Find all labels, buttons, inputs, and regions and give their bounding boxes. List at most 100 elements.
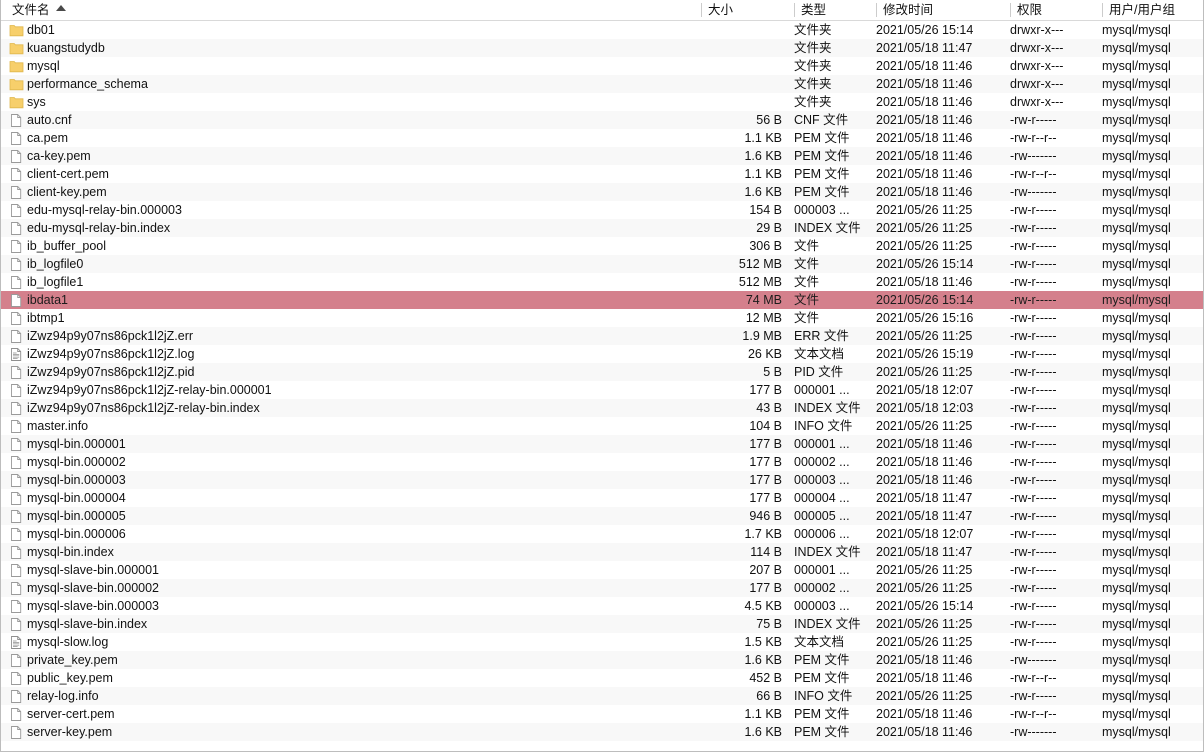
file-row[interactable]: iZwz94p9y07ns86pck1l2jZ-relay-bin.000001… [1,381,1203,399]
file-name-cell[interactable]: relay-log.info [5,687,705,705]
file-row[interactable]: mysql-slave-bin.000001 207 B 000001 ... 202… [1,561,1203,579]
file-row[interactable]: iZwz94p9y07ns86pck1l2jZ.err 1.9 MB ERR 文件 2… [1,327,1203,345]
column-header-size[interactable]: 大小 [701,0,786,20]
file-name-cell[interactable]: ib_logfile0 [5,255,705,273]
file-icon [9,617,24,632]
file-name-cell[interactable]: mysql-bin.000002 [5,453,705,471]
file-row[interactable]: private_key.pem 1.6 KB PEM 文件 2021/05/18 11… [1,651,1203,669]
file-row[interactable]: mysql-bin.000003 177 B 000003 ... 2021/05/1… [1,471,1203,489]
file-name-cell[interactable]: edu-mysql-relay-bin.index [5,219,705,237]
file-name-cell[interactable]: iZwz94p9y07ns86pck1l2jZ-relay-bin.000001 [5,381,705,399]
file-row[interactable]: mysql-bin.000004 177 B 000004 ... 2021/05/1… [1,489,1203,507]
file-name-cell[interactable]: edu-mysql-relay-bin.000003 [5,201,705,219]
file-mtime-cell: 2021/05/26 15:19 [876,347,974,361]
file-row[interactable]: server-key.pem 1.6 KB PEM 文件 2021/05/18 11:… [1,723,1203,741]
file-name-cell[interactable]: ibtmp1 [5,309,705,327]
file-icon [9,455,24,470]
file-icon [9,653,24,668]
file-name-cell[interactable]: private_key.pem [5,651,705,669]
file-row[interactable]: iZwz94p9y07ns86pck1l2jZ.log 26 KB 文本文档 2021… [1,345,1203,363]
file-row[interactable]: ib_logfile0 512 MB 文件 2021/05/26 15:14 -rw-r… [1,255,1203,273]
file-owner-cell: mysql/mysql [1102,293,1171,307]
file-name-cell[interactable]: mysql-slow.log [5,633,705,651]
file-row[interactable]: edu-mysql-relay-bin.index 29 B INDEX 文件 202… [1,219,1203,237]
file-name-cell[interactable]: performance_schema [5,75,705,93]
file-row[interactable]: mysql-slow.log 1.5 KB 文本文档 2021/05/26 11:25… [1,633,1203,651]
column-header-perm[interactable]: 权限 [1010,0,1102,20]
file-name-cell[interactable]: mysql-slave-bin.000002 [5,579,705,597]
file-row[interactable]: ib_logfile1 512 MB 文件 2021/05/18 11:46 -rw-r… [1,273,1203,291]
file-name-cell[interactable]: ca-key.pem [5,147,705,165]
file-row[interactable]: public_key.pem 452 B PEM 文件 2021/05/18 11:4… [1,669,1203,687]
file-row[interactable]: master.info 104 B INFO 文件 2021/05/26 11:25 -… [1,417,1203,435]
file-name-cell[interactable]: iZwz94p9y07ns86pck1l2jZ.pid [5,363,705,381]
file-row[interactable]: server-cert.pem 1.1 KB PEM 文件 2021/05/18 11… [1,705,1203,723]
file-name-cell[interactable]: client-cert.pem [5,165,705,183]
file-size-cell: 43 B [756,401,782,415]
column-header-owner[interactable]: 用户/用户组 [1102,0,1203,20]
file-name-cell[interactable]: mysql-bin.000001 [5,435,705,453]
file-row[interactable]: mysql-bin.000005 946 B 000005 ... 2021/05/1… [1,507,1203,525]
file-name-cell[interactable]: mysql-bin.000006 [5,525,705,543]
column-header-name[interactable]: 文件名 [5,0,701,20]
file-row[interactable]: ca-key.pem 1.6 KB PEM 文件 2021/05/18 11:46 -r… [1,147,1203,165]
file-row[interactable]: ib_buffer_pool 306 B 文件 2021/05/26 11:25 -rw… [1,237,1203,255]
column-header-type[interactable]: 类型 [794,0,876,20]
file-name-cell[interactable]: mysql-slave-bin.000003 [5,597,705,615]
file-name-cell[interactable]: ibdata1 [5,291,705,309]
file-row[interactable]: mysql-bin.000006 1.7 KB 000006 ... 2021/05/… [1,525,1203,543]
file-row[interactable]: performance_schema 文件夹 2021/05/18 11:46 drw… [1,75,1203,93]
file-row[interactable]: relay-log.info 66 B INFO 文件 2021/05/26 11:2… [1,687,1203,705]
file-name-cell[interactable]: iZwz94p9y07ns86pck1l2jZ-relay-bin.index [5,399,705,417]
file-row[interactable]: edu-mysql-relay-bin.000003 154 B 000003 ..… [1,201,1203,219]
file-row[interactable]: sys 文件夹 2021/05/18 11:46 drwxr-x--- mysql/my… [1,93,1203,111]
file-row[interactable]: mysql-bin.index 114 B INDEX 文件 2021/05/18 1… [1,543,1203,561]
file-row[interactable]: kuangstudydb 文件夹 2021/05/18 11:47 drwxr-x--… [1,39,1203,57]
file-name-cell[interactable]: public_key.pem [5,669,705,687]
file-name-cell[interactable]: ca.pem [5,129,705,147]
file-name-cell[interactable]: mysql-bin.index [5,543,705,561]
file-row[interactable]: ibdata1 74 MB 文件 2021/05/26 15:14 -rw-r-----… [1,291,1203,309]
file-name-cell[interactable]: sys [5,93,705,111]
file-row[interactable]: ibtmp1 12 MB 文件 2021/05/26 15:16 -rw-r----- m… [1,309,1203,327]
file-row[interactable]: db01 文件夹 2021/05/26 15:14 drwxr-x--- mysql/m… [1,21,1203,39]
file-row[interactable]: ca.pem 1.1 KB PEM 文件 2021/05/18 11:46 -rw-r-… [1,129,1203,147]
file-name-cell[interactable]: auto.cnf [5,111,705,129]
file-type-cell: INDEX 文件 [794,401,861,415]
file-type-cell: INDEX 文件 [794,545,861,559]
file-name-cell[interactable]: client-key.pem [5,183,705,201]
file-name-cell[interactable]: master.info [5,417,705,435]
file-row[interactable]: mysql-bin.000002 177 B 000002 ... 2021/05/1… [1,453,1203,471]
file-name-cell[interactable]: server-key.pem [5,723,705,741]
file-row[interactable]: mysql-slave-bin.000002 177 B 000002 ... 202… [1,579,1203,597]
file-name-cell[interactable]: mysql-bin.000003 [5,471,705,489]
file-icon [9,599,24,614]
file-name-cell[interactable]: mysql-slave-bin.000001 [5,561,705,579]
file-mtime-cell: 2021/05/26 11:25 [876,221,973,235]
file-row[interactable]: auto.cnf 56 B CNF 文件 2021/05/18 11:46 -rw-r-… [1,111,1203,129]
file-name-cell[interactable]: kuangstudydb [5,39,705,57]
file-name-cell[interactable]: iZwz94p9y07ns86pck1l2jZ.log [5,345,705,363]
file-row[interactable]: iZwz94p9y07ns86pck1l2jZ.pid 5 B PID 文件 2021… [1,363,1203,381]
file-name-label: mysql-bin.000002 [27,455,126,469]
column-header-mtime[interactable]: 修改时间 [876,0,1010,20]
file-name-cell[interactable]: server-cert.pem [5,705,705,723]
file-name-cell[interactable]: ib_buffer_pool [5,237,705,255]
file-row[interactable]: client-cert.pem 1.1 KB PEM 文件 2021/05/18 11… [1,165,1203,183]
file-name-cell[interactable]: mysql-bin.000004 [5,489,705,507]
file-row[interactable]: mysql 文件夹 2021/05/18 11:46 drwxr-x--- mysql/… [1,57,1203,75]
file-size-cell: 177 B [749,455,782,469]
file-name-cell[interactable]: mysql [5,57,705,75]
file-name-cell[interactable]: iZwz94p9y07ns86pck1l2jZ.err [5,327,705,345]
file-name-cell[interactable]: ib_logfile1 [5,273,705,291]
file-row[interactable]: mysql-slave-bin.index 75 B INDEX 文件 2021/05… [1,615,1203,633]
file-name-cell[interactable]: db01 [5,21,705,39]
file-name-cell[interactable]: mysql-slave-bin.index [5,615,705,633]
file-row[interactable]: client-key.pem 1.6 KB PEM 文件 2021/05/18 11:… [1,183,1203,201]
file-row[interactable]: mysql-bin.000001 177 B 000001 ... 2021/05/1… [1,435,1203,453]
file-name-cell[interactable]: mysql-bin.000005 [5,507,705,525]
file-row[interactable]: iZwz94p9y07ns86pck1l2jZ-relay-bin.index 4… [1,399,1203,417]
file-row[interactable]: mysql-slave-bin.000003 4.5 KB 000003 ... 20… [1,597,1203,615]
file-owner-cell: mysql/mysql [1102,23,1171,37]
file-icon [9,221,24,236]
